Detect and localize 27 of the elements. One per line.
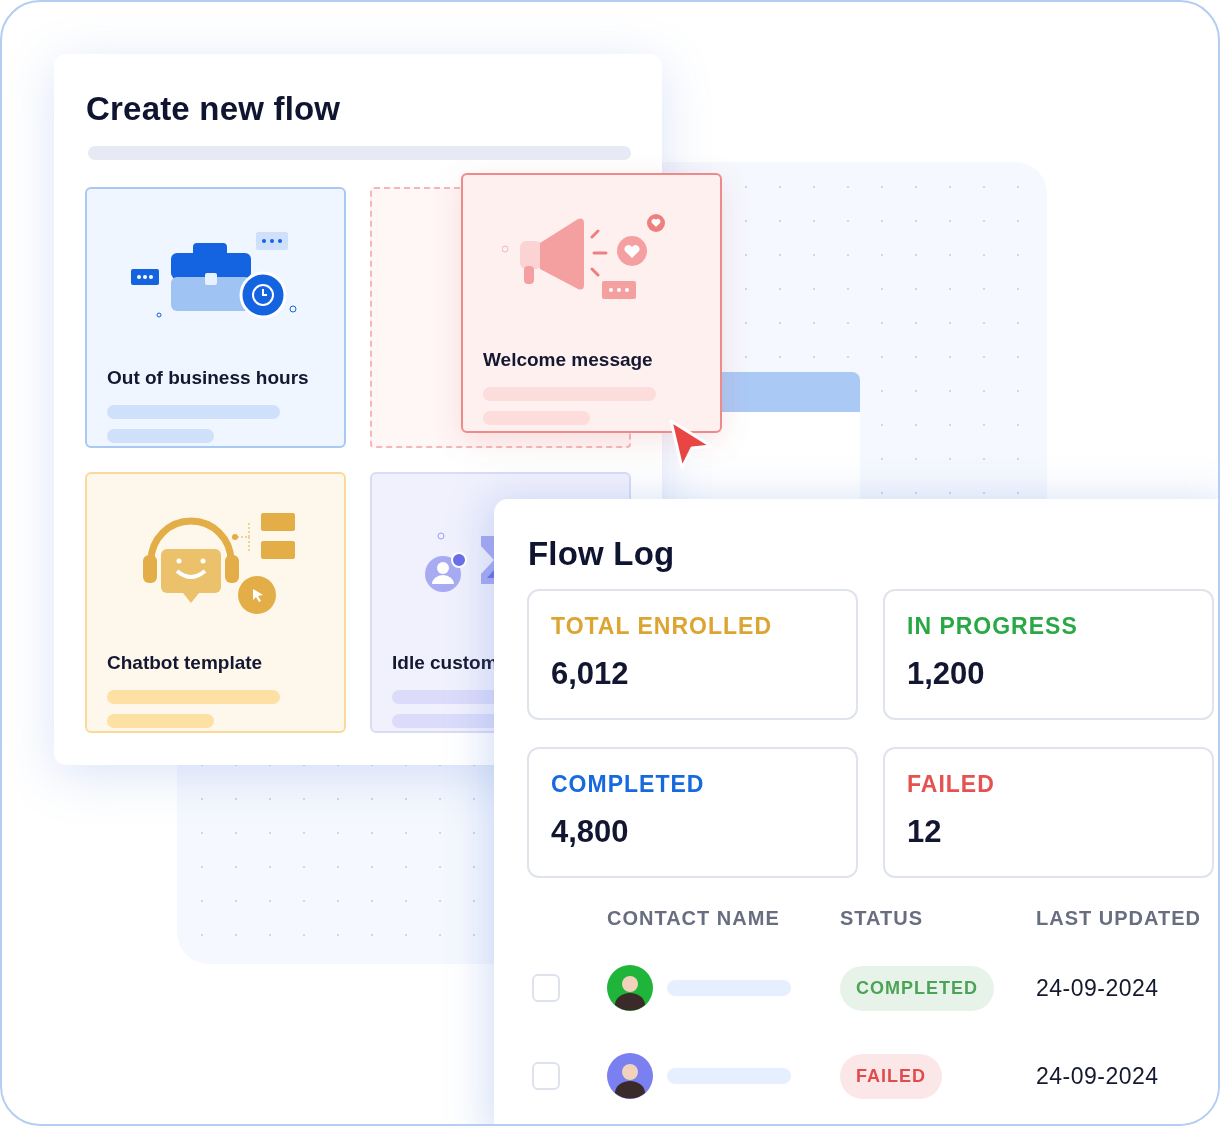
status-badge: FAILED — [840, 1053, 942, 1099]
flow-template-card[interactable]: Out of business hours — [85, 187, 346, 448]
stat-value: 12 — [907, 814, 943, 850]
card-title: Out of business hours — [107, 367, 310, 389]
column-header: CONTACT NAME — [607, 906, 781, 930]
panel-title: Flow Log — [528, 535, 676, 573]
stat-label: TOTAL ENROLLED — [551, 613, 773, 640]
stat-label: COMPLETED — [551, 771, 706, 798]
avatar-icon — [607, 965, 653, 1011]
stat-label: IN PROGRESS — [907, 613, 1079, 640]
stat-label: FAILED — [907, 771, 996, 798]
status-badge: COMPLETED — [840, 965, 994, 1011]
flow-template-card[interactable]: Chatbot template — [85, 472, 346, 733]
row-checkbox[interactable] — [532, 1062, 560, 1090]
panel-title: Create new flow — [86, 90, 342, 128]
stat-value: 1,200 — [907, 656, 986, 692]
stat-value: 6,012 — [551, 656, 630, 692]
column-header: STATUS — [840, 906, 925, 930]
dragged-template-card[interactable]: Welcome message — [461, 173, 722, 433]
row-checkbox[interactable] — [532, 974, 560, 1002]
stat-value: 4,800 — [551, 814, 630, 850]
column-header: LAST UPDATED — [1036, 906, 1202, 930]
card-title: Chatbot template — [107, 652, 264, 674]
card-title: Welcome message — [483, 349, 654, 371]
date-cell-text: 24-09-2024 — [1036, 1062, 1160, 1090]
avatar-icon — [607, 1053, 653, 1099]
date-cell-text: 24-09-2024 — [1036, 974, 1160, 1002]
